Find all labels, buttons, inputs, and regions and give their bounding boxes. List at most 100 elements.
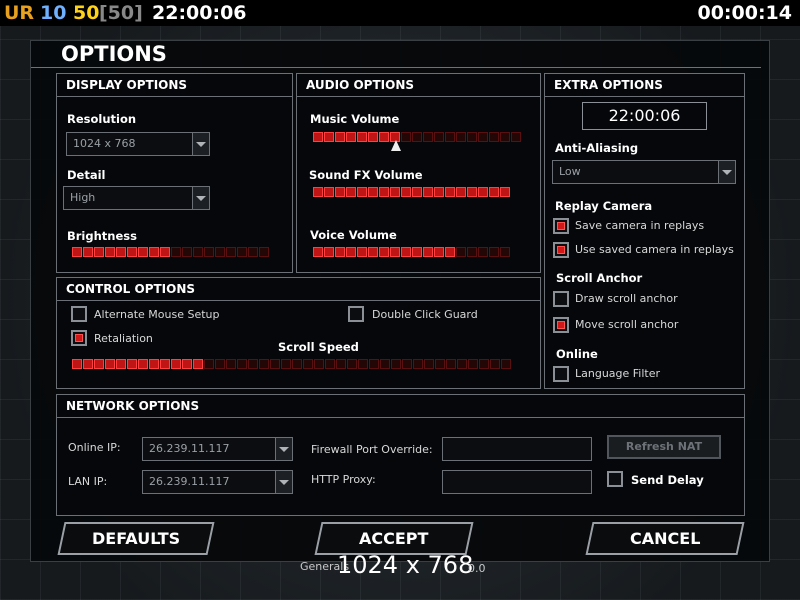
slider-segment xyxy=(489,187,499,197)
display-options-header: DISPLAY OPTIONS xyxy=(57,74,292,97)
accept-button-label: ACCEPT xyxy=(359,529,429,548)
slider-segment xyxy=(72,359,82,369)
defaults-button[interactable]: DEFAULTS xyxy=(57,522,215,555)
music-volume-thumb[interactable] xyxy=(391,140,401,151)
slider-segment xyxy=(171,247,181,257)
slider-segment xyxy=(116,359,126,369)
retaliation-label: Retaliation xyxy=(94,332,153,345)
slider-segment xyxy=(94,247,104,257)
display-options-panel: DISPLAY OPTIONS Resolution 1024 x 768 De… xyxy=(56,73,293,273)
chevron-down-icon[interactable] xyxy=(275,471,292,493)
slider-segment xyxy=(248,247,258,257)
slider-segment xyxy=(423,132,433,142)
scroll-speed-slider[interactable] xyxy=(72,359,511,370)
slider-segment xyxy=(401,187,411,197)
brightness-label: Brightness xyxy=(67,229,137,243)
chevron-down-icon[interactable] xyxy=(718,161,735,183)
slider-segment xyxy=(369,359,379,369)
slider-segment xyxy=(423,187,433,197)
chevron-down-icon[interactable] xyxy=(192,187,209,209)
double-click-guard-checkbox[interactable] xyxy=(348,306,364,322)
slider-segment xyxy=(72,247,82,257)
slider-segment xyxy=(248,359,258,369)
slider-segment xyxy=(94,359,104,369)
language-filter-checkbox[interactable] xyxy=(553,366,569,382)
dialog-title: OPTIONS xyxy=(61,42,167,66)
resolution-overlay: 1024 x 768 xyxy=(337,551,474,579)
slider-segment xyxy=(511,132,521,142)
move-scroll-anchor-label: Move scroll anchor xyxy=(575,318,679,331)
slider-segment xyxy=(83,247,93,257)
chevron-down-icon[interactable] xyxy=(192,133,209,155)
slider-segment xyxy=(303,359,313,369)
cancel-button[interactable]: CANCEL xyxy=(585,522,745,555)
version-tail: 0.0 xyxy=(468,562,486,575)
slider-segment xyxy=(501,359,511,369)
draw-scroll-anchor-checkbox[interactable] xyxy=(553,291,569,307)
hud-count-blue: 10 xyxy=(40,2,67,24)
retaliation-checkbox[interactable] xyxy=(71,330,87,346)
slider-segment xyxy=(324,187,334,197)
double-click-guard-label: Double Click Guard xyxy=(372,308,478,321)
slider-segment xyxy=(402,359,412,369)
hud-ur: UR xyxy=(4,2,35,24)
move-scroll-anchor-checkbox[interactable] xyxy=(553,317,569,333)
slider-segment xyxy=(324,247,334,257)
slider-segment xyxy=(434,187,444,197)
slider-segment xyxy=(347,359,357,369)
slider-segment xyxy=(215,359,225,369)
anti-aliasing-dropdown[interactable]: Low xyxy=(552,160,736,184)
slider-segment xyxy=(335,187,345,197)
slider-segment xyxy=(313,247,323,257)
chevron-down-icon[interactable] xyxy=(275,438,292,460)
resolution-value: 1024 x 768 xyxy=(73,137,136,150)
refresh-nat-button[interactable]: Refresh NAT xyxy=(607,435,721,459)
http-proxy-input[interactable] xyxy=(442,470,592,494)
use-saved-camera-label: Use saved camera in replays xyxy=(575,243,734,256)
slider-segment xyxy=(182,359,192,369)
brightness-slider[interactable] xyxy=(72,247,269,258)
firewall-port-input[interactable] xyxy=(442,437,592,461)
title-divider xyxy=(31,67,761,68)
http-proxy-label: HTTP Proxy: xyxy=(311,473,376,486)
slider-segment xyxy=(468,359,478,369)
slider-segment xyxy=(380,359,390,369)
slider-segment xyxy=(390,247,400,257)
network-options-header: NETWORK OPTIONS xyxy=(57,395,744,418)
voice-volume-label: Voice Volume xyxy=(310,228,397,242)
slider-segment xyxy=(500,247,510,257)
slider-segment xyxy=(357,247,367,257)
slider-segment xyxy=(478,247,488,257)
lan-ip-dropdown[interactable]: 26.239.11.117 xyxy=(142,470,293,494)
music-volume-slider[interactable] xyxy=(313,132,521,143)
network-options-panel: NETWORK OPTIONS Online IP: 26.239.11.117… xyxy=(56,394,745,516)
slider-segment xyxy=(193,247,203,257)
sfx-volume-slider[interactable] xyxy=(313,187,510,198)
sfx-volume-label: Sound FX Volume xyxy=(309,168,423,182)
detail-dropdown[interactable]: High xyxy=(63,186,210,210)
resolution-label: Resolution xyxy=(67,112,137,126)
slider-segment xyxy=(149,247,159,257)
slider-segment xyxy=(346,132,356,142)
detail-value: High xyxy=(70,191,96,204)
send-delay-checkbox[interactable] xyxy=(607,471,623,487)
resolution-dropdown[interactable]: 1024 x 768 xyxy=(66,132,210,156)
slider-segment xyxy=(281,359,291,369)
slider-segment xyxy=(116,247,126,257)
slider-segment xyxy=(259,359,269,369)
slider-segment xyxy=(226,247,236,257)
save-camera-checkbox[interactable] xyxy=(553,218,569,234)
use-saved-camera-checkbox[interactable] xyxy=(553,242,569,258)
slider-segment xyxy=(391,359,401,369)
slider-segment xyxy=(335,132,345,142)
lan-ip-label: LAN IP: xyxy=(68,475,108,488)
slider-segment xyxy=(160,247,170,257)
online-ip-dropdown[interactable]: 26.239.11.117 xyxy=(142,437,293,461)
slider-segment xyxy=(313,132,323,142)
defaults-button-label: DEFAULTS xyxy=(91,529,181,548)
slider-segment xyxy=(435,359,445,369)
alternate-mouse-checkbox[interactable] xyxy=(71,306,87,322)
hud-count-yellow: 50 xyxy=(73,2,100,24)
voice-volume-slider[interactable] xyxy=(313,247,510,258)
scroll-speed-label: Scroll Speed xyxy=(278,340,359,354)
